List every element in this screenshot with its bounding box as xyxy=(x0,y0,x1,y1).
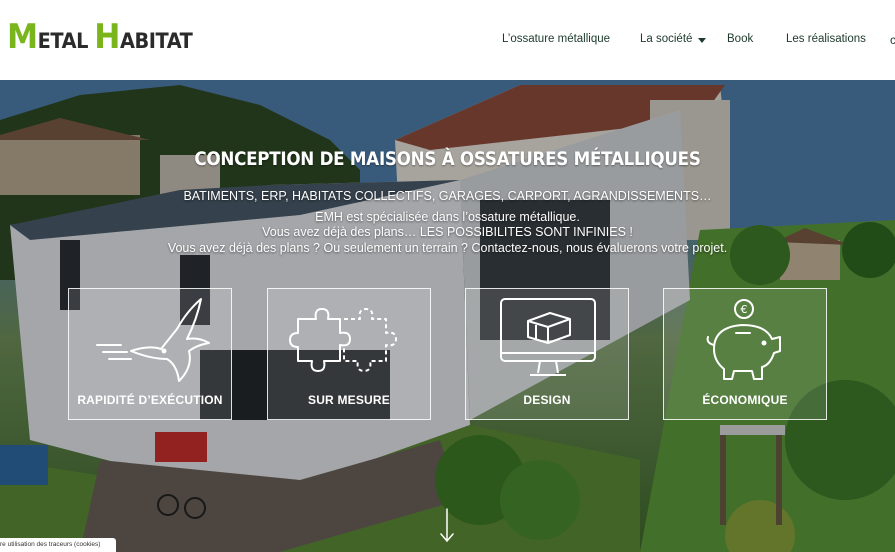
feature-card-economique[interactable]: € ÉCONOMIQUE xyxy=(663,288,827,420)
logo[interactable]: METAL HABITAT xyxy=(7,20,193,54)
feature-label: DESIGN xyxy=(523,393,571,407)
cookie-banner[interactable]: re utilisation des traceurs (cookies) xyxy=(0,538,116,552)
feature-card-rapidite[interactable]: RAPIDITÉ D’EXÉCUTION xyxy=(68,288,232,420)
euro-icon: € xyxy=(741,303,748,316)
feature-label: RAPIDITÉ D’EXÉCUTION xyxy=(77,393,223,407)
hero-text-contact: Vous avez déjà des plans ? Ou seulement … xyxy=(167,241,728,255)
logo-letter-m: M xyxy=(7,17,38,57)
site-header: METAL HABITAT L’ossature métallique La s… xyxy=(0,0,895,80)
piggy-bank-icon: € xyxy=(706,299,781,380)
logo-word-abitat: ABITAT xyxy=(119,29,193,53)
monitor-icon xyxy=(500,298,596,376)
logo-letter-h: H xyxy=(94,17,120,57)
feature-label: ÉCONOMIQUE xyxy=(702,393,788,407)
nav-ossature[interactable]: L’ossature métallique xyxy=(502,33,610,45)
feature-card-design[interactable]: DESIGN xyxy=(465,288,629,420)
hero-title: CONCEPTION DE MAISONS À OSSATURES MÉTALL… xyxy=(194,148,701,170)
logo-word-etal: ETAL xyxy=(37,29,89,53)
hero-text-possibilities: Vous avez déjà des plans… LES POSSIBILIT… xyxy=(262,225,633,239)
nav-overflow-item[interactable]: c xyxy=(890,33,895,47)
nav-realisations[interactable]: Les réalisations xyxy=(786,33,866,45)
hero-text-specialty: EMH est spécialisée dans l’ossature méta… xyxy=(315,210,580,224)
nav-book[interactable]: Book xyxy=(727,33,753,45)
hero-subtitle-services: BATIMENTS, ERP, HABITATS COLLECTIFS, GAR… xyxy=(183,189,712,203)
feature-label: SUR MESURE xyxy=(307,393,390,407)
puzzle-icon xyxy=(289,308,397,372)
chevron-down-icon[interactable] xyxy=(698,38,706,43)
nav-societe[interactable]: La société xyxy=(640,33,692,45)
hero-section: CONCEPTION DE MAISONS À OSSATURES MÉTALL… xyxy=(0,80,895,552)
scroll-down-arrow-icon[interactable] xyxy=(440,508,454,544)
swallow-icon xyxy=(96,298,210,382)
feature-card-sur-mesure[interactable]: SUR MESURE xyxy=(267,288,431,420)
